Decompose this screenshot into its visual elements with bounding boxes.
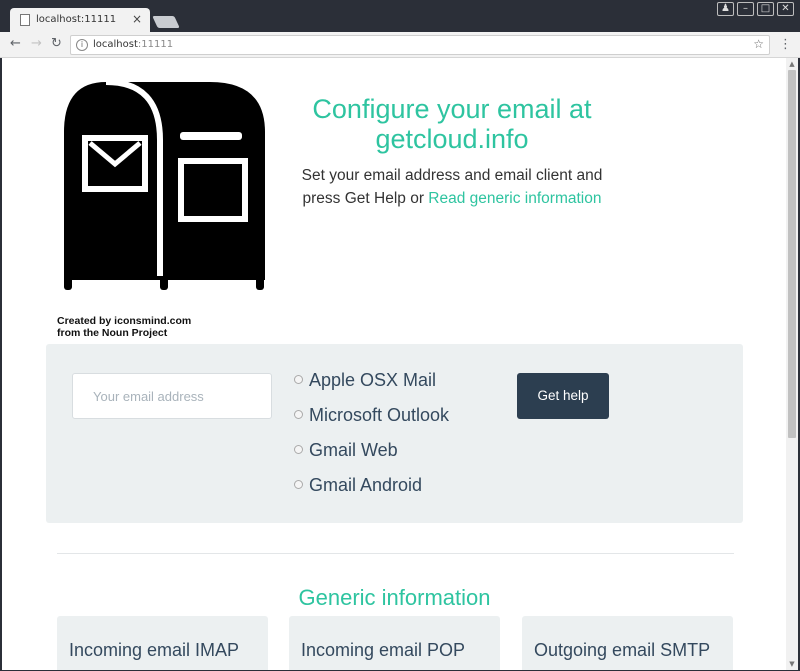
scroll-down-arrow-icon[interactable]: ▼ <box>788 660 796 668</box>
page-subtitle: Set your email address and email client … <box>282 164 622 210</box>
client-option-outlook[interactable]: Microsoft Outlook <box>294 404 449 439</box>
forward-arrow-icon[interactable]: → <box>31 37 42 51</box>
card-title: Incoming email IMAP <box>69 640 240 660</box>
reload-icon[interactable]: ↻ <box>51 37 62 51</box>
client-option-gmail-web[interactable]: Gmail Web <box>294 439 449 474</box>
new-tab-button[interactable] <box>152 16 180 28</box>
card-title: Outgoing email SMTP <box>534 640 711 660</box>
client-label[interactable]: Gmail Android <box>309 474 422 496</box>
scroll-thumb[interactable] <box>788 70 796 438</box>
page-icon <box>20 14 30 26</box>
address-bar[interactable]: i localhost:11111 ☆ <box>70 35 770 55</box>
card-title: Incoming email POP <box>301 640 466 660</box>
user-profile-icon[interactable]: ♟ <box>717 2 734 16</box>
bookmark-star-icon[interactable]: ☆ <box>753 37 764 51</box>
scrollbar[interactable]: ▲ ▼ <box>786 58 798 670</box>
radio-button[interactable] <box>294 375 303 384</box>
client-label[interactable]: Microsoft Outlook <box>309 404 449 426</box>
read-generic-info-link[interactable]: Read generic information <box>428 190 601 207</box>
image-credit: Created by iconsmind.com from the Noun P… <box>57 315 191 339</box>
generic-info-heading: Generic information <box>298 585 491 610</box>
client-label[interactable]: Apple OSX Mail <box>309 369 436 391</box>
page-viewport: Created by iconsmind.com from the Noun P… <box>2 58 798 670</box>
browser-toolbar: ← → ↻ i localhost:11111 ☆ ⋮ <box>0 32 800 58</box>
minimize-icon[interactable]: – <box>737 2 754 16</box>
section-divider <box>57 553 734 554</box>
radio-button[interactable] <box>294 480 303 489</box>
card-imap: Incoming email IMAP <box>57 616 268 670</box>
maximize-icon[interactable]: □ <box>757 2 774 16</box>
tab-title: localhost:11111 <box>36 14 117 25</box>
title-bar: localhost:11111 × ♟ – □ ✕ <box>0 0 800 32</box>
email-client-options: Apple OSX Mail Microsoft Outlook Gmail W… <box>294 369 449 509</box>
back-arrow-icon[interactable]: ← <box>10 37 21 51</box>
info-icon[interactable]: i <box>76 39 88 51</box>
browser-tab[interactable]: localhost:11111 × <box>10 8 150 32</box>
url-text: localhost:11111 <box>93 39 174 50</box>
client-option-gmail-android[interactable]: Gmail Android <box>294 474 449 509</box>
credit-line-1: Created by iconsmind.com <box>57 315 192 327</box>
close-window-icon[interactable]: ✕ <box>777 2 794 16</box>
radio-button[interactable] <box>294 445 303 454</box>
email-config-form: Apple OSX Mail Microsoft Outlook Gmail W… <box>46 344 743 523</box>
credit-line-2: from the Noun Project <box>57 327 168 339</box>
scroll-up-arrow-icon[interactable]: ▲ <box>788 60 796 68</box>
close-tab-icon[interactable]: × <box>132 12 142 26</box>
mailbox-icon <box>64 80 265 290</box>
page-title: Configure your email at getcloud.info <box>312 94 592 154</box>
client-option-apple[interactable]: Apple OSX Mail <box>294 369 449 404</box>
card-pop: Incoming email POP <box>289 616 500 670</box>
card-smtp: Outgoing email SMTP <box>522 616 733 670</box>
radio-button[interactable] <box>294 410 303 419</box>
email-input[interactable] <box>72 373 272 419</box>
get-help-button[interactable]: Get help <box>517 373 609 419</box>
menu-dots-icon[interactable]: ⋮ <box>779 37 792 52</box>
client-label[interactable]: Gmail Web <box>309 439 398 461</box>
